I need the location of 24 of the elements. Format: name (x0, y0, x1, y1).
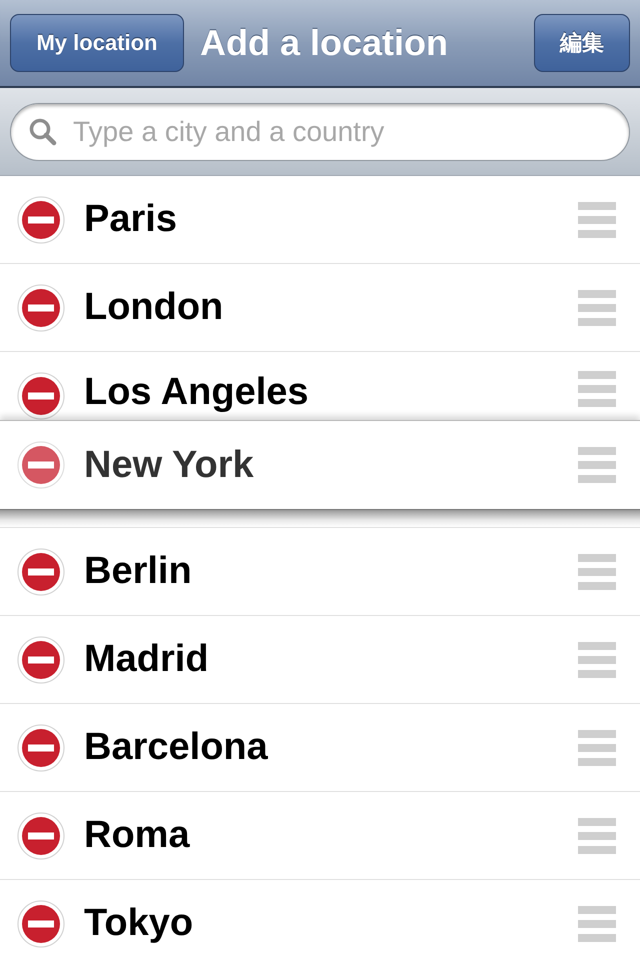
city-name: New York (84, 444, 255, 486)
screen-title: Add a location (200, 22, 448, 64)
city-name: Madrid (84, 638, 210, 681)
delete-icon[interactable] (16, 634, 66, 684)
delete-icon[interactable] (16, 546, 66, 596)
delete-icon[interactable] (16, 282, 66, 332)
location-row[interactable]: New York (0, 420, 640, 510)
search-field[interactable]: Type a city and a country (10, 102, 630, 160)
delete-icon[interactable] (16, 440, 66, 490)
city-name: Paris (84, 198, 178, 241)
city-name: Roma (84, 814, 191, 857)
city-name: Los Angeles (84, 371, 310, 414)
delete-icon[interactable] (16, 194, 66, 244)
delete-icon[interactable] (16, 810, 66, 860)
city-name: Berlin (84, 550, 193, 593)
city-name: London (84, 286, 224, 329)
delete-icon[interactable] (16, 898, 66, 948)
city-name: Barcelona (84, 726, 269, 769)
delete-icon[interactable] (16, 371, 66, 420)
my-location-button[interactable]: My location (10, 14, 184, 72)
edit-button[interactable]: 編集 (534, 14, 630, 72)
delete-icon[interactable] (16, 722, 66, 772)
search-icon (28, 116, 58, 146)
city-name: Tokyo (84, 902, 194, 945)
